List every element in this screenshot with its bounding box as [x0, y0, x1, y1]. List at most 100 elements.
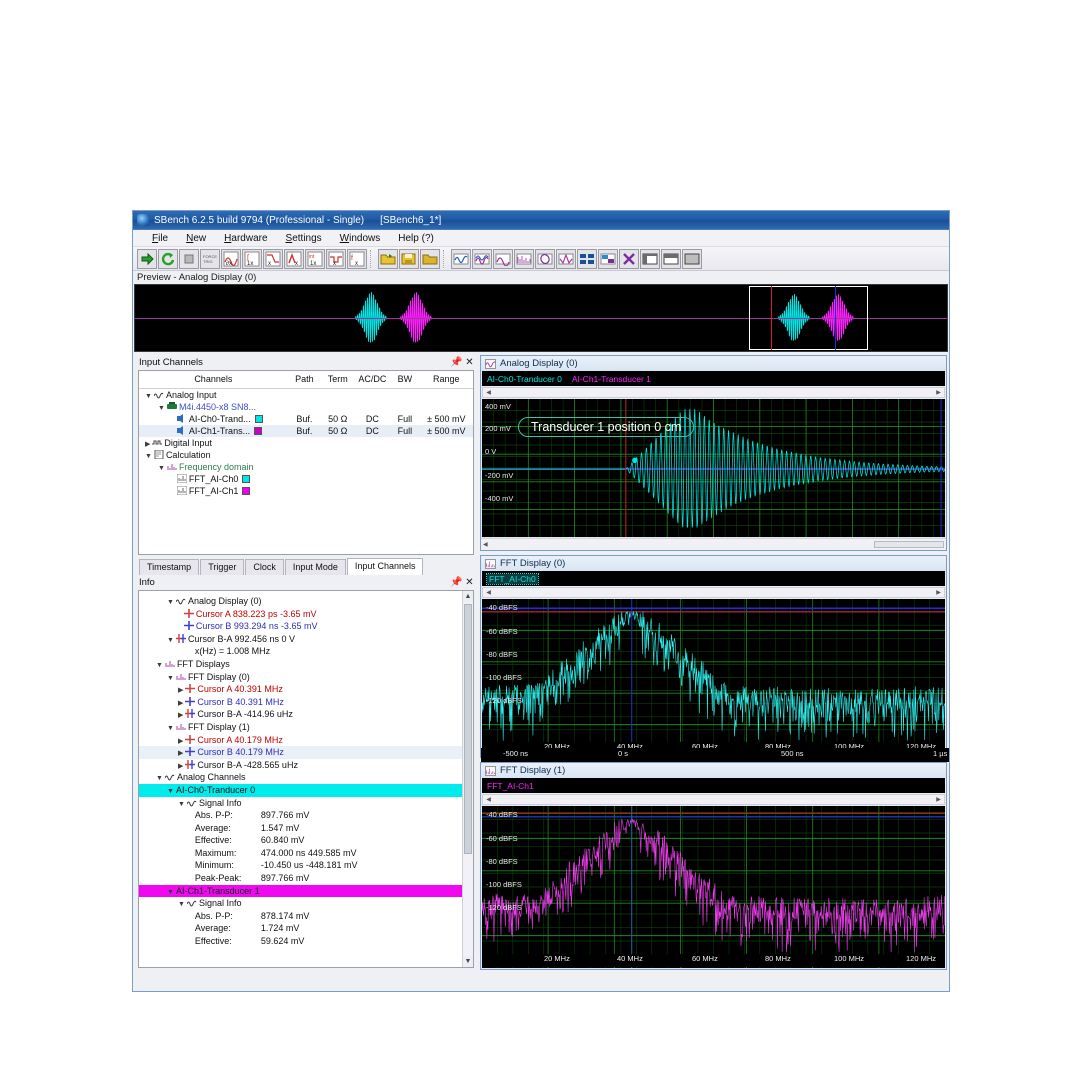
peak-calc-icon[interactable]: x [284, 248, 304, 269]
info-tree-node[interactable]: Effective: 59.624 mV [139, 935, 473, 948]
preview-waveform[interactable] [134, 284, 948, 352]
info-tree-node[interactable]: ▼ FFT Displays [139, 658, 473, 671]
info-tree-node[interactable]: ▶ Cursor B-A -428.565 uHz [139, 759, 473, 772]
twisty-expanded[interactable]: ▼ [167, 725, 174, 732]
twisty-expanded[interactable]: ▼ [156, 662, 163, 669]
channel-row[interactable]: ▼ Frequency domain [139, 461, 473, 473]
info-tree-node[interactable]: ▶ Cursor A 40.179 MHz [139, 734, 473, 747]
channel-name-cell[interactable]: ▼ Calculation [139, 449, 288, 461]
lx-calc-icon[interactable]: x [326, 248, 346, 269]
channel-row[interactable]: AI-Ch0-Trand... Buf. 50 Ω DC Full ± 500 mV [139, 413, 473, 425]
channel-name-cell[interactable]: FFT_AI-Ch0 [139, 473, 288, 485]
pin-icon[interactable]: 📌 [450, 576, 463, 589]
menu-item-new[interactable]: New [177, 232, 215, 245]
channel-color-swatch[interactable] [254, 427, 263, 435]
xy-display-icon[interactable] [535, 248, 555, 269]
legend-item-ch0[interactable]: AI-Ch0-Tranducer 0 [487, 374, 562, 384]
scroll-thumb[interactable] [464, 604, 472, 854]
info-tree-node[interactable]: x(Hz) = 1.008 MHz [139, 645, 473, 658]
channel-name-cell[interactable]: AI-Ch0-Trand... [139, 413, 288, 425]
info-tree-node[interactable]: ▼ FFT Display (0) [139, 671, 473, 684]
twisty-expanded[interactable]: ▼ [178, 901, 185, 908]
int-calc-icon[interactable]: ∫ 1x [242, 248, 262, 269]
channel-name-cell[interactable]: AI-Ch1-Trans... [139, 425, 288, 437]
menu-item-settings[interactable]: Settings [277, 232, 331, 245]
channel-row[interactable]: FFT_AI-Ch0 [139, 473, 473, 485]
loop-icon[interactable] [158, 248, 178, 269]
twisty-collapsed[interactable]: ▶ [145, 441, 150, 448]
legend-item-fft-ch1[interactable]: FFT_AI-Ch1 [487, 781, 534, 791]
menu-item-help[interactable]: Help (?) [389, 232, 443, 245]
info-tree-node[interactable]: Average: 1.547 mV [139, 822, 473, 835]
twisty-collapsed[interactable]: ▶ [178, 687, 183, 694]
scroll-right-arrow[interactable]: ▶ [934, 796, 943, 803]
overlay-display-icon[interactable] [472, 248, 492, 269]
tab-timestamp[interactable]: Timestamp [139, 559, 200, 575]
close-icon[interactable]: ✕ [463, 356, 476, 369]
twisty-collapsed[interactable]: ▶ [178, 738, 183, 745]
info-tree-node[interactable]: Minimum: -10.450 us -448.181 mV [139, 859, 473, 872]
info-tree-node[interactable]: Average: 1.724 mV [139, 922, 473, 935]
info-tree-node[interactable]: ▼ Signal Info [139, 797, 473, 810]
stop-icon[interactable] [179, 248, 199, 269]
scroll-right-arrow[interactable]: ▶ [934, 589, 943, 596]
info-tree-node[interactable]: Effective: 60.840 mV [139, 834, 473, 847]
channel-name-cell[interactable]: ▼ Analog Input [139, 389, 288, 402]
info-tree-node[interactable]: ▶ Cursor B-A -414.96 uHz [139, 708, 473, 721]
info-tree-node[interactable]: Abs. P-P: 878.174 mV [139, 910, 473, 923]
twisty-expanded[interactable]: ▼ [156, 775, 163, 782]
twisty-expanded[interactable]: ▼ [158, 405, 165, 412]
channel-color-swatch[interactable] [242, 475, 251, 483]
menu-item-windows[interactable]: Windows [331, 232, 390, 245]
twisty-expanded[interactable]: ▼ [145, 453, 152, 460]
channel-row[interactable]: ▶ Digital Input [139, 437, 473, 449]
scroll-left-arrow[interactable]: ◀ [484, 796, 493, 803]
info-tree-node[interactable]: ▶ Cursor B 40.391 MHz [139, 696, 473, 709]
tile-horz-icon[interactable] [661, 248, 681, 269]
info-channel-bar[interactable]: ▼ AI-Ch1-Transducer 1 [139, 884, 473, 898]
menu-item-file[interactable]: File [143, 232, 177, 245]
info-tree-node[interactable]: Cursor B 993.294 ns -3.65 mV [139, 620, 473, 633]
analog-display-icon[interactable] [451, 248, 471, 269]
folder-icon[interactable] [420, 248, 440, 269]
twisty-expanded[interactable]: ▼ [145, 393, 152, 400]
tab-clock[interactable]: Clock [245, 559, 284, 575]
grid-display-icon[interactable] [577, 248, 597, 269]
close-display-icon[interactable] [619, 248, 639, 269]
diff-calc-icon[interactable]: x [263, 248, 283, 269]
channel-row[interactable]: ▼ Calculation [139, 449, 473, 461]
info-tree-node[interactable]: Peak-Peak: 897.766 mV [139, 872, 473, 885]
scroll-thumb[interactable] [874, 541, 944, 548]
save-file-icon[interactable] [399, 248, 419, 269]
scroll-right-arrow[interactable]: ▶ [934, 389, 943, 396]
fft-display-1-plot[interactable]: -40 dBFS -60 dBFS -80 dBFS -100 dBFS -12… [482, 806, 945, 968]
legend-item-fft-ch0[interactable]: FFT_AI-Ch0 [486, 572, 539, 585]
twisty-expanded[interactable]: ▼ [167, 788, 174, 795]
twisty-expanded[interactable]: ▼ [167, 889, 174, 896]
analog-display-top-scrollbar[interactable]: ◀ ▶ [482, 387, 945, 398]
tile-vert-icon[interactable] [640, 248, 660, 269]
fft-display-1-scrollbar[interactable]: ◀ ▶ [482, 794, 945, 805]
close-icon[interactable]: ✕ [463, 576, 476, 589]
channel-name-cell[interactable]: ▼ M4i.4450-x8 SN8... [139, 401, 288, 413]
int2-calc-icon[interactable]: int 1x [305, 248, 325, 269]
avg-calc-icon[interactable]: ∂x [221, 248, 241, 269]
fft-display-icon[interactable] [514, 248, 534, 269]
twisty-expanded[interactable]: ▼ [167, 599, 174, 606]
info-tree-node[interactable]: ▼ Cursor B-A 992.456 ns 0 V [139, 633, 473, 646]
channel-name-cell[interactable]: ▶ Digital Input [139, 437, 288, 449]
run-icon[interactable] [137, 248, 157, 269]
channel-color-swatch[interactable] [242, 487, 251, 495]
force-trig-icon[interactable]: FORCE TRIG [200, 248, 220, 269]
info-tree-node[interactable]: ▶ Cursor B 40.179 MHz [139, 746, 473, 759]
multi-display-icon[interactable] [556, 248, 576, 269]
info-tree-node[interactable]: ▼ Analog Display (0) [139, 595, 473, 608]
info-vertical-scrollbar[interactable]: ▲ ▼ [462, 591, 473, 967]
analog-display-bottom-scrollbar[interactable]: ◀ [481, 538, 946, 550]
twisty-expanded[interactable]: ▼ [158, 465, 165, 472]
fx-calc-icon[interactable]: fx [347, 248, 367, 269]
legend-item-ch1[interactable]: AI-Ch1-Transducer 1 [572, 374, 651, 384]
menu-item-hardware[interactable]: Hardware [215, 232, 276, 245]
fft-display-0-scrollbar[interactable]: ◀ ▶ [482, 587, 945, 598]
pin-icon[interactable]: 📌 [450, 356, 463, 369]
